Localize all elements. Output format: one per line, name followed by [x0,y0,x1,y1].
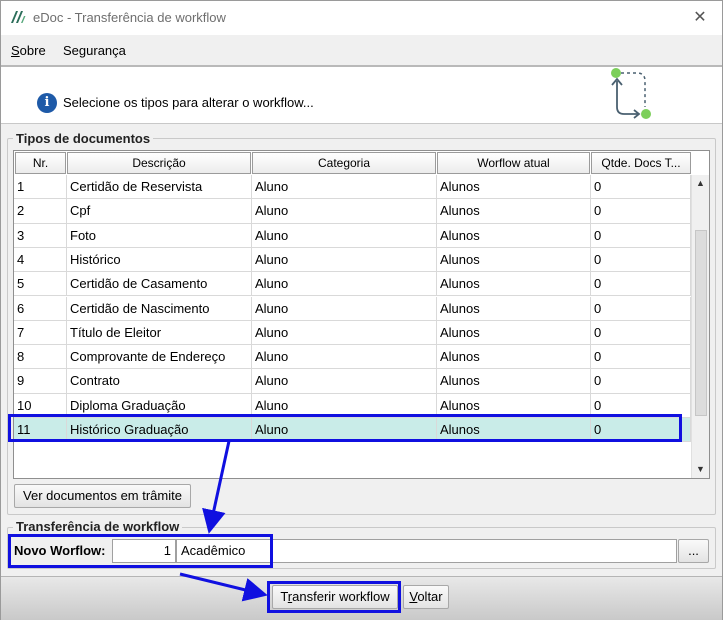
menu-sobre-label: obre [19,43,46,58]
app-window: eDoc - Transferência de workflow ✕ Sobre… [0,0,723,620]
info-message: Selecione os tipos para alterar o workfl… [63,95,314,110]
column-header-qtde-docs[interactable]: Qtde. Docs T... [591,152,691,174]
cell-workflow-atual: Alunos [437,369,591,394]
cell-descricao: Certidão de Casamento [67,272,252,297]
column-header-descricao[interactable]: Descrição [67,152,251,174]
cell-descricao: Título de Eleitor [67,320,252,346]
cell-workflow-atual: Alunos [437,223,591,248]
documents-group-title: Tipos de documentos [13,131,154,146]
title-bar: eDoc - Transferência de workflow ✕ [1,1,722,35]
cell-workflow-atual: Alunos [437,345,591,370]
scroll-thumb[interactable] [695,230,707,416]
grid-header: Nr. Descrição Categoria Worflow atual Qt… [14,151,691,175]
table-row[interactable]: 1 Certidão de Reservista Aluno Alunos 0 [14,175,691,200]
cell-descricao: Contrato [67,369,252,394]
cell-nr: 7 [14,320,67,346]
column-header-categoria[interactable]: Categoria [252,152,436,174]
column-header-nr[interactable]: Nr. [15,152,66,174]
transfer-button-highlight [267,581,401,613]
cell-workflow-atual: Alunos [437,272,591,297]
cell-workflow-atual: Alunos [437,175,591,200]
column-header-workflow-atual[interactable]: Worflow atual [437,152,590,174]
table-row[interactable]: 7 Título de Eleitor Aluno Alunos 0 [14,320,691,346]
cell-qtde-docs: 0 [591,345,691,370]
menu-sobre[interactable]: Sobre [11,43,46,58]
table-row[interactable]: 2 Cpf Aluno Alunos 0 [14,199,691,224]
workflow-transfer-icon [611,68,651,119]
cell-descricao: Certidão de Nascimento [67,296,252,321]
cell-categoria: Aluno [252,175,437,200]
menu-seguranca[interactable]: Segurança [63,43,126,58]
cell-categoria: Aluno [252,199,437,224]
cell-categoria: Aluno [252,223,437,248]
menu-sobre-mnemonic: S [11,43,20,58]
menu-bar: Sobre Segurança [1,35,722,67]
cell-nr: 1 [14,175,67,200]
cell-descricao: Comprovante de Endereço [67,345,252,370]
cell-workflow-atual: Alunos [437,199,591,224]
scroll-up-icon[interactable]: ▲ [692,175,709,192]
grid-vertical-scrollbar[interactable]: ▲ ▼ [691,175,709,478]
cell-categoria: Aluno [252,369,437,394]
menu-seguranca-label: Segurança [63,43,126,58]
cell-descricao: Histórico [67,247,252,273]
cell-qtde-docs: 0 [591,223,691,248]
cell-workflow-atual: Alunos [437,247,591,273]
cell-nr: 5 [14,272,67,297]
cell-nr: 2 [14,199,67,224]
cell-descricao: Foto [67,223,252,248]
scroll-down-icon[interactable]: ▼ [692,461,709,478]
novo-workflow-highlight [8,534,273,568]
ver-documentos-button[interactable]: Ver documentos em trâmite [14,484,191,508]
cell-nr: 6 [14,296,67,321]
table-row[interactable]: 6 Certidão de Nascimento Aluno Alunos 0 [14,296,691,321]
info-icon: i [37,93,57,113]
cell-qtde-docs: 0 [591,199,691,224]
cell-categoria: Aluno [252,296,437,321]
cell-categoria: Aluno [252,320,437,346]
window-title: eDoc - Transferência de workflow [33,10,226,25]
cell-qtde-docs: 0 [591,296,691,321]
cell-qtde-docs: 0 [591,175,691,200]
cell-workflow-atual: Alunos [437,296,591,321]
cell-descricao: Cpf [67,199,252,224]
transfer-group-title: Transferência de workflow [13,519,183,534]
cell-qtde-docs: 0 [591,247,691,273]
table-row[interactable]: 4 Histórico Aluno Alunos 0 [14,247,691,273]
edoc-logo-icon [11,11,26,23]
cell-categoria: Aluno [252,247,437,273]
cell-qtde-docs: 0 [591,272,691,297]
browse-workflow-button[interactable]: ... [678,539,709,563]
table-row[interactable]: 8 Comprovante de Endereço Aluno Alunos 0 [14,345,691,370]
close-icon: ✕ [693,9,707,26]
table-row[interactable]: 5 Certidão de Casamento Aluno Alunos 0 [14,272,691,297]
cell-workflow-atual: Alunos [437,320,591,346]
cell-categoria: Aluno [252,345,437,370]
cell-qtde-docs: 0 [591,320,691,346]
cell-nr: 9 [14,369,67,394]
cell-qtde-docs: 0 [591,369,691,394]
table-row[interactable]: 3 Foto Aluno Alunos 0 [14,223,691,248]
voltar-button[interactable]: Voltar [403,585,449,609]
close-button[interactable]: ✕ [678,1,722,35]
cell-nr: 4 [14,247,67,273]
info-panel: i Selecione os tipos para alterar o work… [1,67,722,124]
cell-descricao: Certidão de Reservista [67,175,252,200]
cell-nr: 8 [14,345,67,370]
cell-nr: 3 [14,223,67,248]
cell-categoria: Aluno [252,272,437,297]
table-row[interactable]: 9 Contrato Aluno Alunos 0 [14,369,691,394]
selected-row-highlight [8,414,682,442]
